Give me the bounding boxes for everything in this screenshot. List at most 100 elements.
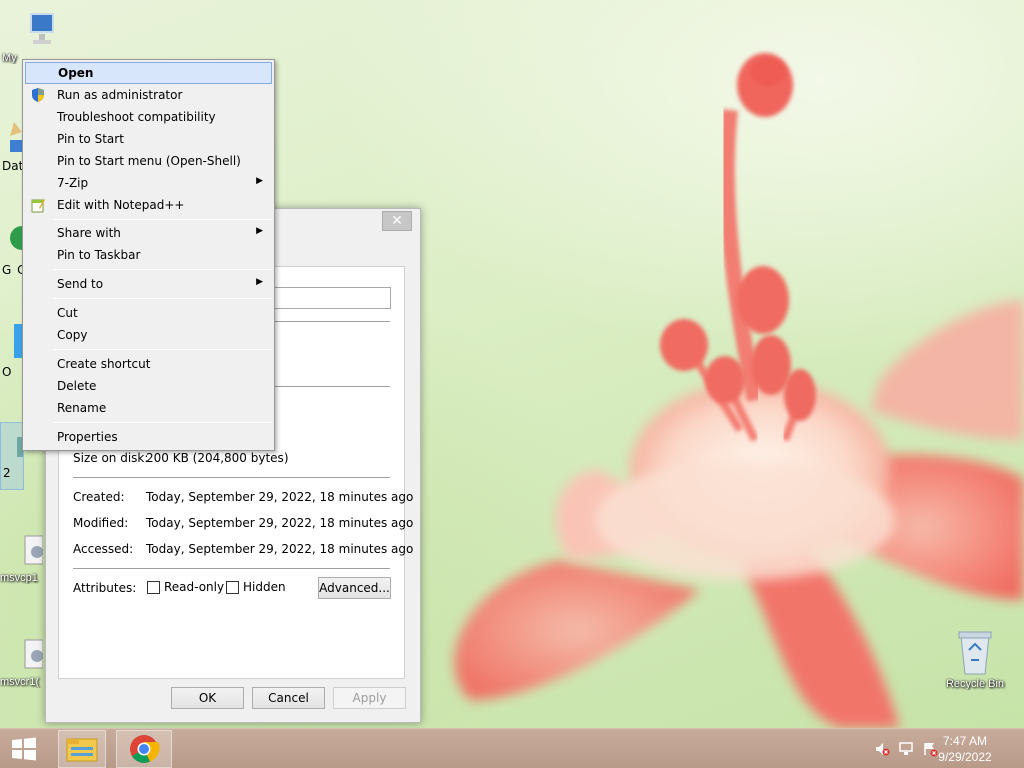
uac-shield-icon — [32, 88, 44, 102]
apply-button-label: Apply — [352, 691, 387, 705]
size-on-disk-value: 200 KB (204,800 bytes) — [146, 451, 289, 465]
taskbar-file-explorer[interactable] — [58, 730, 106, 768]
modified-label: Modified: — [73, 516, 129, 530]
menu-item-cut[interactable]: Cut — [25, 302, 272, 324]
volume-muted-icon[interactable] — [874, 741, 890, 757]
menu-item-label: Rename — [57, 401, 107, 415]
accessed-value: Today, September 29, 2022, 18 minutes ag… — [146, 542, 414, 556]
accessed-label: Accessed: — [73, 542, 134, 556]
created-row: Created: Today, September 29, 2022, 18 m… — [73, 490, 413, 506]
context-menu: Open Run as administrator Troubleshoot c… — [22, 59, 275, 451]
read-only-checkbox-box[interactable] — [147, 580, 160, 594]
chrome-icon — [130, 735, 160, 763]
desktop-icon-recycle-bin[interactable]: Recycle Bin — [938, 628, 1012, 690]
menu-item-edit-with-notepad-plus-plus[interactable]: Edit with Notepad++ — [25, 194, 272, 216]
separator — [73, 477, 390, 478]
notepad-plus-plus-icon — [31, 199, 45, 213]
created-label: Created: — [73, 490, 125, 504]
hidden-label: Hidden — [243, 580, 286, 594]
hidden-checkbox[interactable]: Hidden — [226, 580, 286, 594]
menu-separator — [53, 219, 272, 220]
clock-date: 9/29/2022 — [938, 750, 992, 764]
menu-item-label: Properties — [57, 430, 118, 444]
menu-item-label: Copy — [57, 328, 88, 342]
submenu-arrow-icon: ▶ — [256, 176, 263, 186]
menu-item-label: Cut — [57, 306, 78, 320]
submenu-arrow-icon: ▶ — [256, 226, 263, 236]
menu-item-rename[interactable]: Rename — [25, 397, 272, 419]
menu-item-properties[interactable]: Properties — [25, 426, 272, 448]
desktop-icon-my-computer[interactable]: My — [0, 8, 74, 64]
menu-item-label: Pin to Start menu (Open-Shell) — [57, 154, 241, 168]
menu-item-pin-to-start[interactable]: Pin to Start — [25, 128, 272, 150]
taskbar: 7:47 AM 9/29/2022 — [0, 728, 1024, 768]
recycle-bin-icon — [958, 631, 992, 675]
network-icon[interactable] — [898, 741, 914, 757]
menu-item-label: Delete — [57, 379, 97, 393]
submenu-arrow-icon: ▶ — [256, 277, 263, 287]
computer-icon — [30, 13, 54, 44]
taskbar-chrome[interactable] — [116, 730, 172, 768]
menu-item-create-shortcut[interactable]: Create shortcut — [25, 353, 272, 375]
menu-separator — [53, 349, 272, 350]
desktop-icon-label: Dat — [2, 159, 24, 173]
menu-item-label: Troubleshoot compatibility — [57, 110, 216, 124]
created-value: Today, September 29, 2022, 18 minutes ag… — [146, 490, 414, 504]
application-icon — [17, 437, 23, 457]
read-only-label: Read-only — [164, 580, 225, 594]
menu-item-pin-to-start-menu-open-shell[interactable]: Pin to Start menu (Open-Shell) — [25, 150, 272, 172]
advanced-button-label: Advanced... — [319, 581, 390, 595]
attributes-label: Attributes: — [73, 581, 137, 595]
start-button[interactable] — [0, 730, 48, 768]
desktop-icon-msvcr[interactable]: msvcr1( — [0, 636, 46, 688]
dialog-close-button[interactable]: ✕ — [382, 211, 412, 231]
accessed-row: Accessed: Today, September 29, 2022, 18 … — [73, 542, 413, 558]
desktop-icon-label-peek: O — [2, 365, 12, 379]
dll-file-icon — [24, 639, 43, 669]
menu-item-7-zip[interactable]: 7-Zip ▶ — [25, 172, 272, 194]
menu-item-label: Create shortcut — [57, 357, 151, 371]
menu-item-delete[interactable]: Delete — [25, 375, 272, 397]
dll-file-icon — [24, 535, 43, 565]
menu-item-label: 7-Zip — [57, 176, 89, 190]
file-explorer-icon — [66, 738, 98, 762]
ok-button[interactable]: OK — [171, 687, 244, 709]
menu-item-label: Open — [58, 66, 94, 80]
cancel-button-label: Cancel — [268, 691, 309, 705]
hidden-checkbox-box[interactable] — [226, 580, 239, 594]
cancel-button[interactable]: Cancel — [252, 687, 325, 709]
menu-item-troubleshoot-compatibility[interactable]: Troubleshoot compatibility — [25, 106, 272, 128]
read-only-checkbox[interactable]: Read-only — [147, 580, 224, 594]
menu-item-run-as-administrator[interactable]: Run as administrator — [25, 84, 272, 106]
menu-item-label: Share with — [57, 226, 121, 240]
desktop-icon-label: msvcr1( — [0, 676, 40, 688]
menu-item-pin-to-taskbar[interactable]: Pin to Taskbar — [25, 244, 272, 266]
menu-item-label: Pin to Start — [57, 132, 124, 146]
menu-item-send-to[interactable]: Send to ▶ — [25, 273, 272, 295]
file-name-field[interactable] — [273, 287, 391, 309]
desktop-icon-label-peek: G — [2, 263, 12, 277]
menu-item-label: Send to — [57, 277, 104, 291]
menu-separator — [53, 269, 272, 270]
menu-item-open[interactable]: Open — [25, 62, 272, 84]
menu-item-label: Edit with Notepad++ — [57, 198, 185, 212]
menu-separator — [53, 298, 272, 299]
apply-button[interactable]: Apply — [333, 687, 406, 709]
modified-value: Today, September 29, 2022, 18 minutes ag… — [146, 516, 414, 530]
size-on-disk-row: Size on disk: 200 KB (204,800 bytes) — [73, 451, 394, 467]
separator — [73, 568, 390, 569]
desktop-icon-label-peek: 2 — [3, 466, 11, 480]
taskbar-clock[interactable]: 7:47 AM 9/29/2022 — [920, 733, 1010, 765]
menu-item-label: Pin to Taskbar — [57, 248, 141, 262]
desktop-icon-label: Recycle Bin — [945, 678, 1005, 690]
menu-item-copy[interactable]: Copy — [25, 324, 272, 346]
advanced-button[interactable]: Advanced... — [318, 577, 391, 599]
clock-time: 7:47 AM — [942, 734, 988, 748]
modified-row: Modified: Today, September 29, 2022, 18 … — [73, 516, 413, 532]
menu-separator — [53, 422, 272, 423]
desktop-icon-selected[interactable]: 2 — [0, 422, 24, 490]
menu-item-label: Run as administrator — [57, 88, 183, 102]
ok-button-label: OK — [198, 691, 217, 705]
desktop-icon-msvcp[interactable]: msvcp1 — [0, 532, 46, 584]
menu-item-share-with[interactable]: Share with ▶ — [25, 222, 272, 244]
